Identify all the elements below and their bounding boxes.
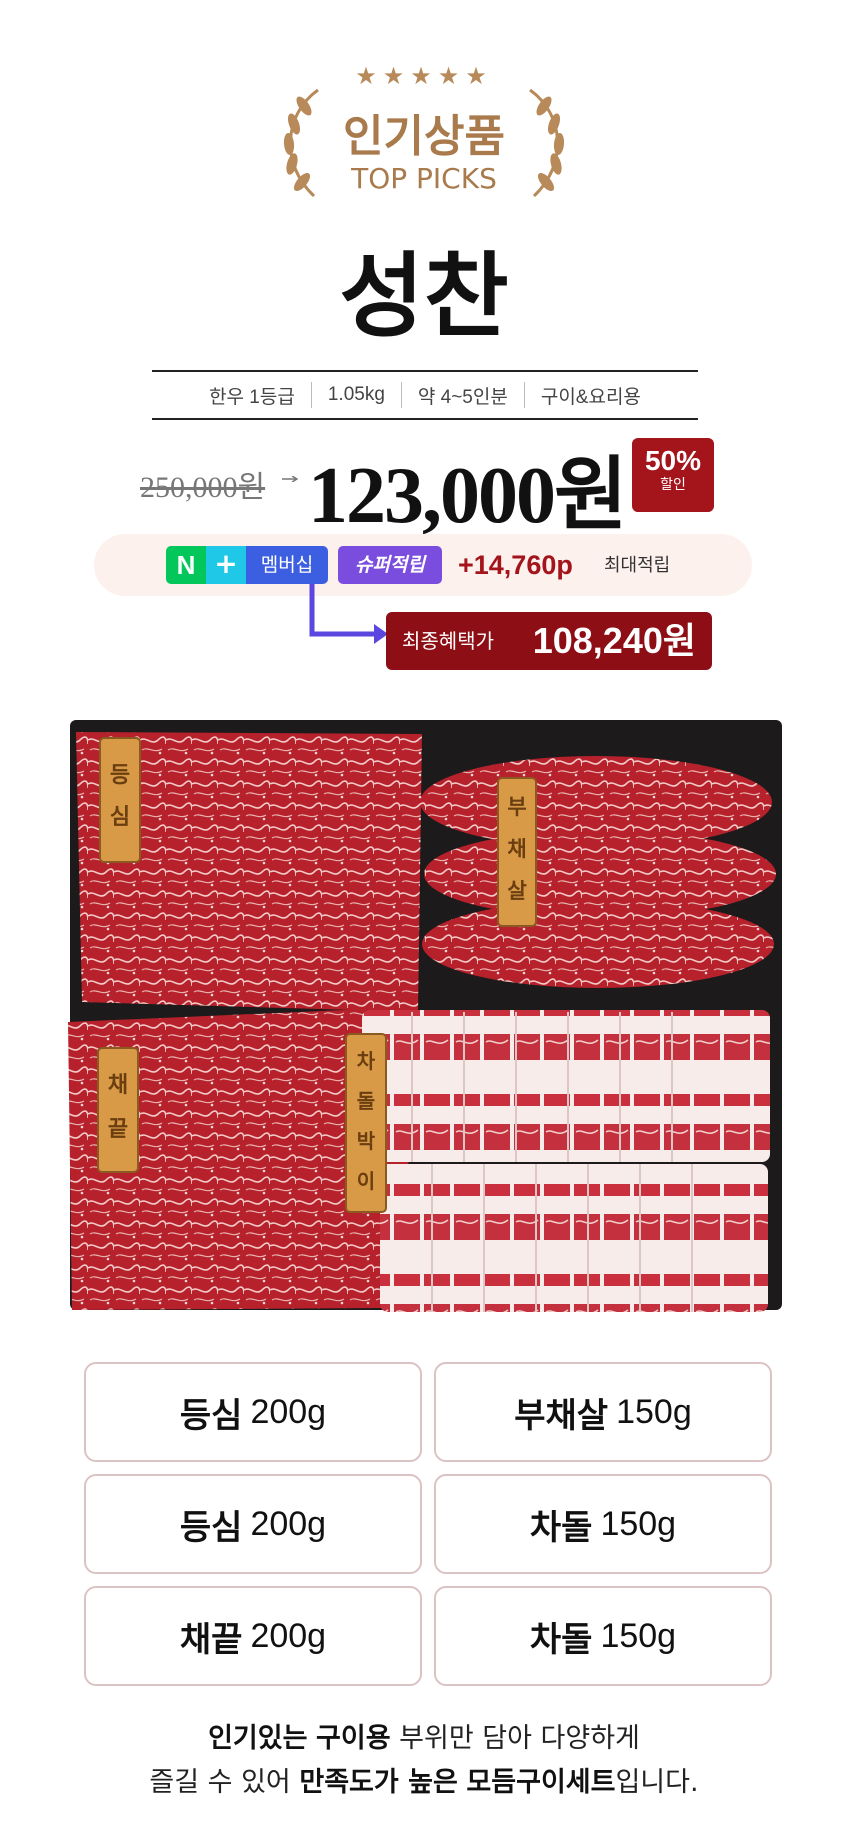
points-max-label: 최대적립 xyxy=(604,555,671,576)
membership-label: 멤버십 xyxy=(246,546,328,584)
naver-n-icon: N xyxy=(166,546,206,584)
part-weight: 200g xyxy=(250,1392,327,1431)
super-points-badge: 슈퍼적립 xyxy=(338,546,442,584)
composition-card: 차돌 150g xyxy=(434,1474,772,1574)
svg-text:심: 심 xyxy=(110,805,130,830)
desc-text: 즐길 수 있어 xyxy=(149,1767,291,1798)
spec-grade: 한우 1등급 xyxy=(209,386,295,408)
discount-badge: 50% 할인 xyxy=(632,438,714,512)
part-weight: 200g xyxy=(250,1616,327,1655)
part-name: 차돌 xyxy=(529,1619,593,1660)
part-weight: 150g xyxy=(600,1616,677,1655)
product-name: 성찬 xyxy=(339,243,509,350)
desc-text: 부위만 담아 다양하게 xyxy=(399,1723,640,1754)
composition-card: 등심 200g xyxy=(84,1474,422,1574)
product-photo: 등 심 부 채 살 채 끝 차 돌 박 이 xyxy=(68,720,782,1312)
plus-icon: + xyxy=(206,546,246,584)
part-name: 차돌 xyxy=(529,1507,593,1548)
part-weight: 200g xyxy=(250,1504,327,1543)
composition-card: 부채살 150g xyxy=(434,1362,772,1462)
spec-weight: 1.05kg xyxy=(327,384,385,405)
part-weight: 150g xyxy=(600,1504,677,1543)
svg-text:부: 부 xyxy=(507,795,526,819)
desc-highlight: 인기있는 xyxy=(208,1723,308,1754)
svg-text:돌: 돌 xyxy=(357,1089,375,1113)
sale-price: 123,000원 xyxy=(308,452,628,540)
part-name: 등심 xyxy=(179,1395,243,1436)
meat-tag-chadolbagi: 차 돌 박 이 xyxy=(345,1033,387,1213)
points-amount: +14,760p xyxy=(458,550,573,580)
top-picks-badge: ★★★★★ 인기상품 TOP PICKS xyxy=(270,62,578,202)
desc-highlight: 구이용 xyxy=(316,1723,391,1754)
arrow-right-icon xyxy=(282,476,298,482)
badge-title-en: TOP PICKS xyxy=(351,162,497,195)
part-name: 등심 xyxy=(179,1507,243,1548)
spec-usage: 구이&요리용 xyxy=(540,386,641,408)
desc-text: 입니다. xyxy=(615,1767,699,1798)
final-price-box: 최종혜택가 108,240원 xyxy=(386,612,712,670)
discount-percent: 50% xyxy=(644,445,702,476)
composition-card: 차돌 150g xyxy=(434,1586,772,1686)
meat-tag-buchaesal: 부 채 살 xyxy=(497,777,537,927)
composition-card: 등심 200g xyxy=(84,1362,422,1462)
desc-highlight: 만족도가 높은 xyxy=(299,1767,458,1798)
composition-card: 채끝 200g xyxy=(84,1586,422,1686)
part-name: 채끝 xyxy=(179,1619,243,1660)
spec-bar: 한우 1등급 1.05kg 약 4~5인분 구이&요리용 xyxy=(152,370,698,420)
description-line-2: 즐길 수 있어 만족도가 높은 모듬구이세트입니다. xyxy=(0,1760,848,1799)
svg-text:이: 이 xyxy=(357,1169,375,1193)
original-price: 250,000원 xyxy=(140,471,266,504)
spec-servings: 약 4~5인분 xyxy=(417,386,508,408)
svg-text:살: 살 xyxy=(507,879,526,903)
meat-tag-deungsim: 등 심 xyxy=(99,737,141,863)
svg-text:채: 채 xyxy=(507,837,526,861)
final-price-value: 108,240원 xyxy=(532,620,696,661)
discount-label: 할인 xyxy=(660,477,686,493)
badge-title-ko: 인기상품 xyxy=(343,111,505,162)
svg-text:채: 채 xyxy=(108,1073,128,1098)
svg-text:차: 차 xyxy=(357,1049,376,1073)
svg-text:박: 박 xyxy=(357,1129,376,1153)
naver-plus-membership-badge: N + 멤버십 xyxy=(166,546,328,584)
desc-highlight: 모듬구이세트 xyxy=(466,1767,616,1798)
svg-text:등: 등 xyxy=(110,763,130,788)
part-name: 부채살 xyxy=(514,1395,609,1436)
description-line-1: 인기있는 구이용 부위만 담아 다양하게 xyxy=(0,1716,848,1755)
svg-text:끝: 끝 xyxy=(108,1117,128,1142)
elbow-arrow-icon xyxy=(309,584,388,644)
part-weight: 150g xyxy=(616,1392,692,1431)
meat-tag-chaekkeut: 채 끝 xyxy=(97,1047,139,1173)
final-price-label: 최종혜택가 xyxy=(402,629,494,653)
